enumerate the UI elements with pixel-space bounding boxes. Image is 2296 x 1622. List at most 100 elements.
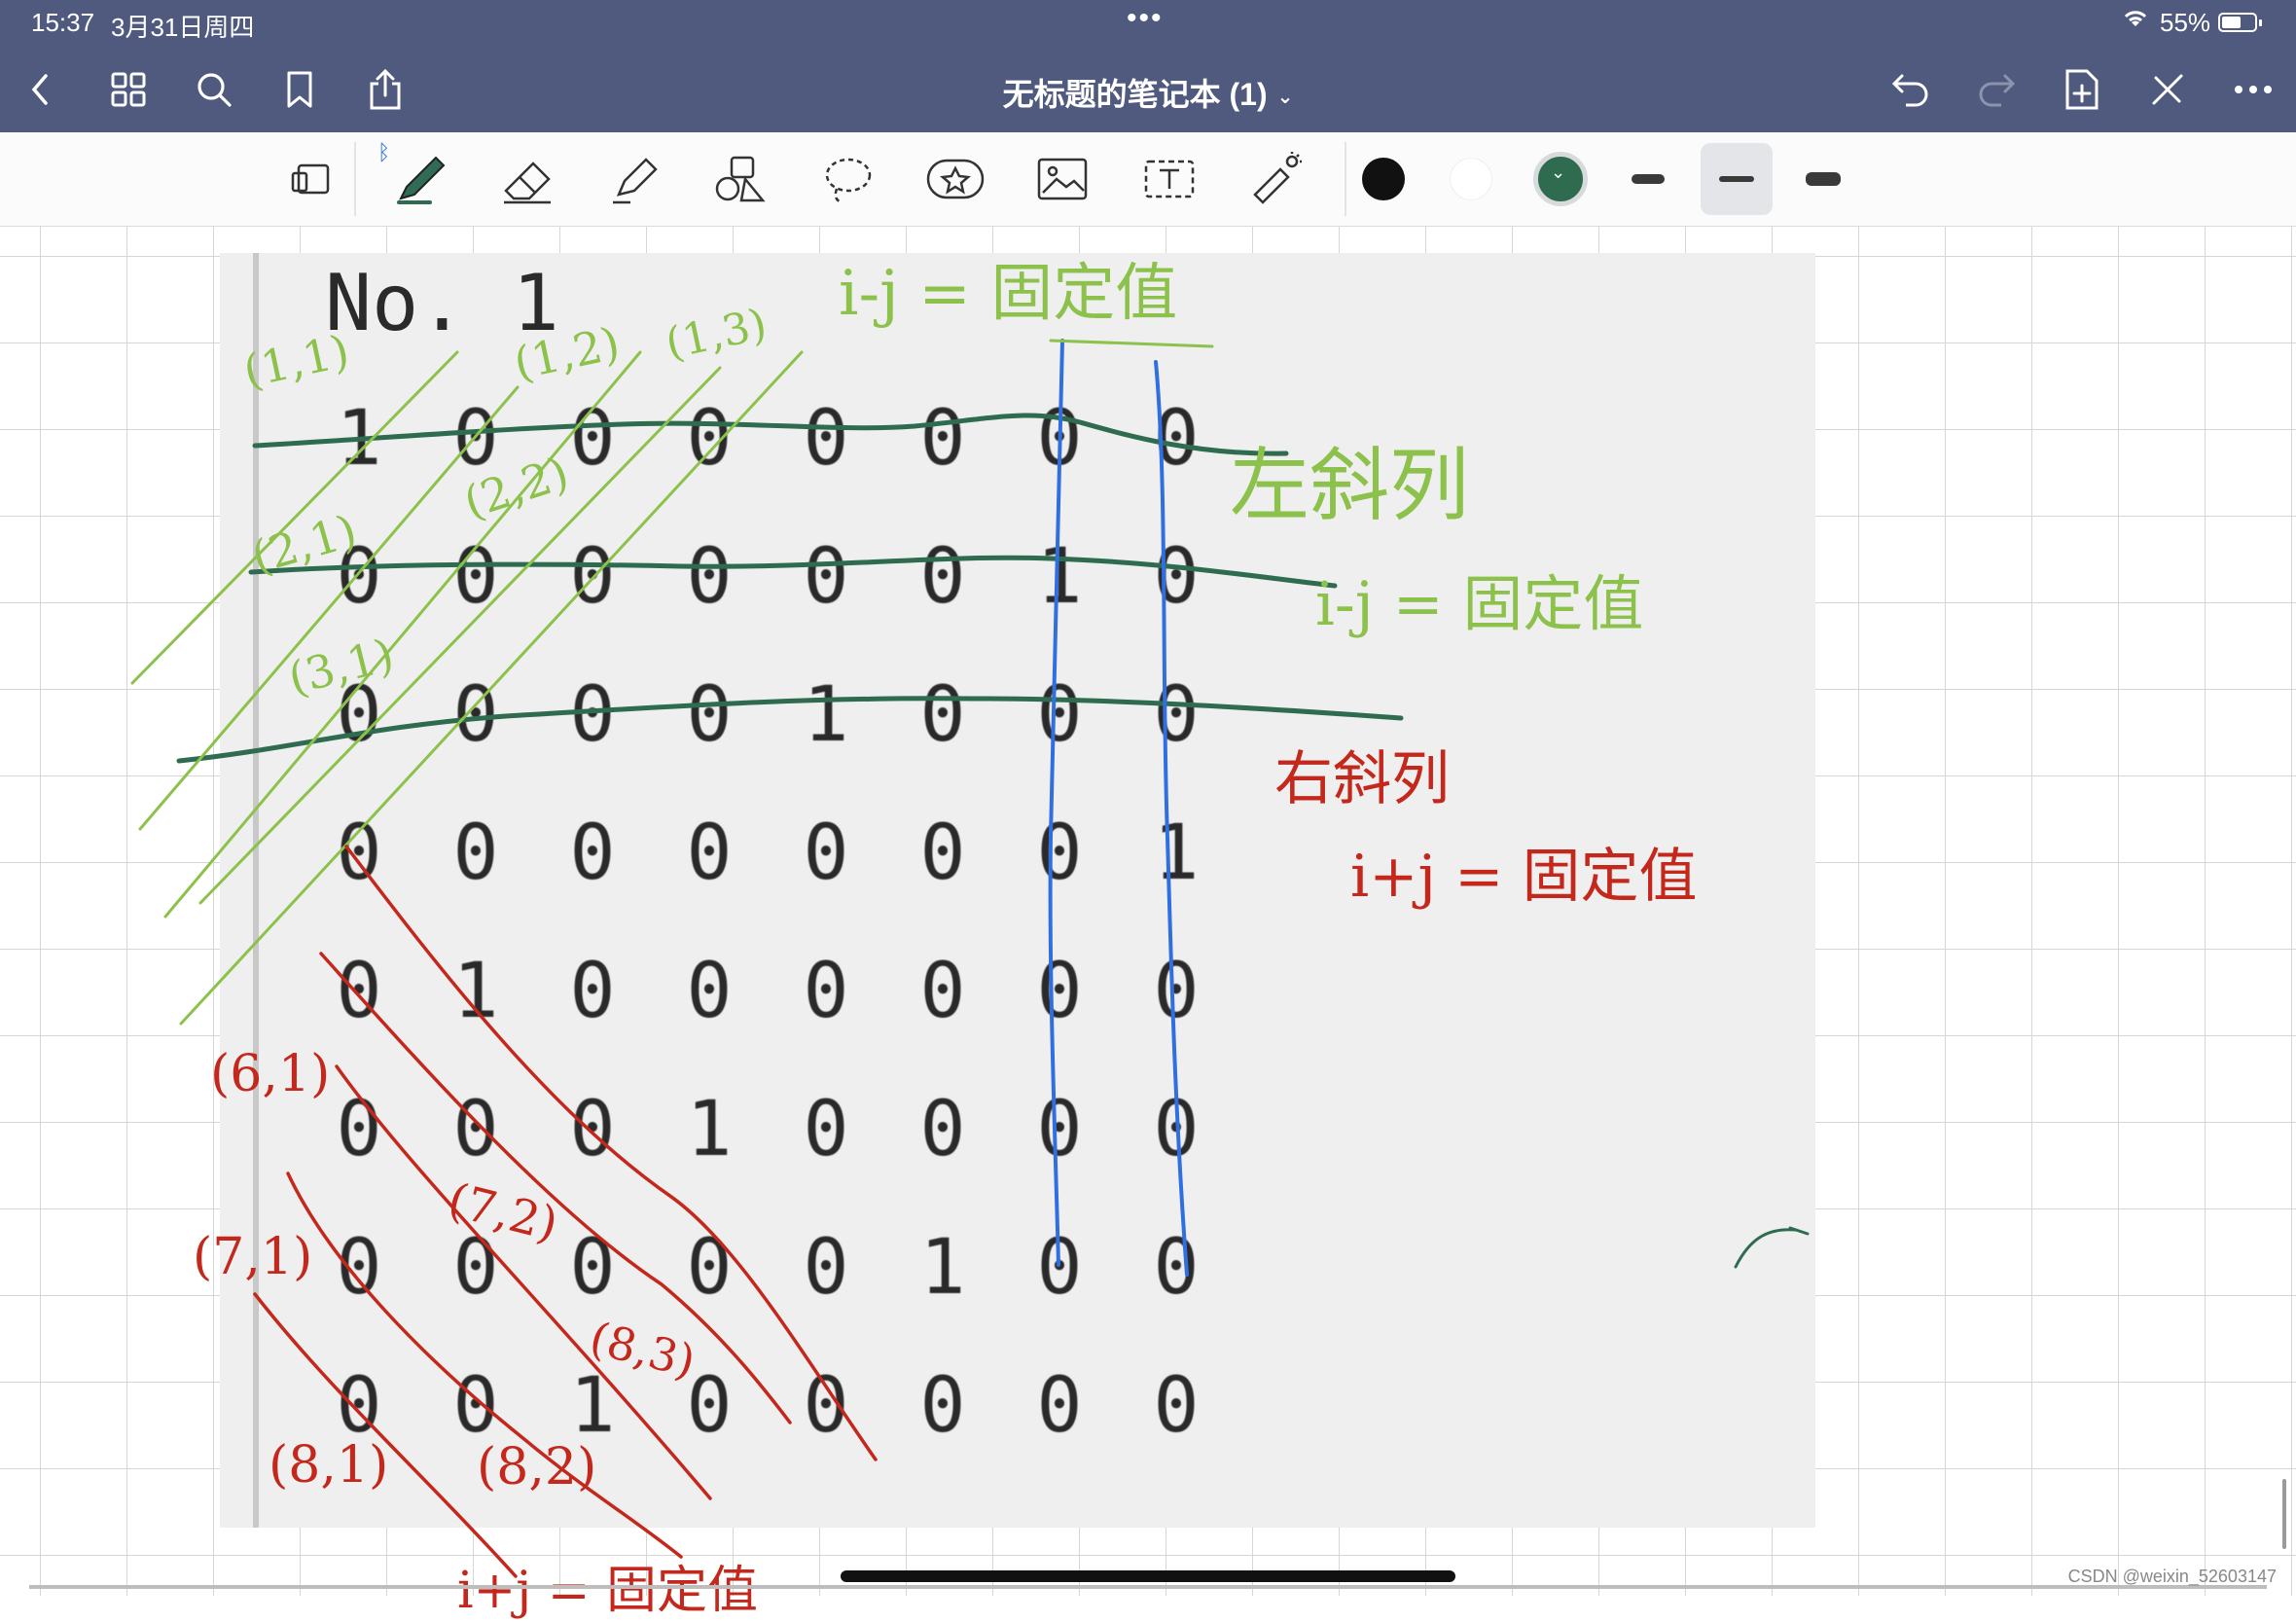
stroke-width-thin[interactable]	[1615, 146, 1681, 212]
matrix-cell: 0	[919, 810, 966, 897]
matrix-cell: 0	[1153, 1086, 1200, 1173]
matrix-cell: 1	[1153, 810, 1200, 897]
matrix-cell: 0	[336, 810, 382, 897]
matrix-cell: 0	[452, 671, 499, 759]
stroke-width-thick[interactable]	[1790, 146, 1856, 212]
matrix-cell: 0	[686, 948, 733, 1035]
matrix-cell: 0	[919, 395, 966, 483]
matrix-cell: 0	[919, 948, 966, 1035]
matrix-cell: 1	[803, 671, 849, 759]
matrix-cell: 0	[1153, 533, 1200, 621]
drawing-toolbar: ᛒ ⌄	[0, 132, 2296, 227]
stroke-width-medium[interactable]	[1701, 143, 1773, 215]
color-swatch-black[interactable]	[1362, 158, 1405, 200]
battery-icon	[2218, 13, 2262, 32]
add-page-icon[interactable]	[2055, 62, 2109, 117]
undo-icon[interactable]	[1883, 62, 1938, 117]
matrix-cell: 1	[1036, 533, 1083, 621]
matrix-cell: 0	[336, 1086, 382, 1173]
matrix-cell: 0	[686, 1224, 733, 1312]
note-top-title: i-j = 固定值	[839, 258, 1178, 330]
matrix-cell: 0	[1036, 1224, 1083, 1312]
matrix-cell: 0	[452, 533, 499, 621]
matrix-cell: 0	[803, 533, 849, 621]
matrix-cell: 0	[569, 671, 616, 759]
horizontal-scrollbar[interactable]	[29, 1585, 2267, 1589]
matrix-cell: 0	[569, 948, 616, 1035]
eraser-icon[interactable]	[494, 146, 560, 212]
matrix-cell: 0	[569, 395, 616, 483]
matrix-cell: 0	[1153, 948, 1200, 1035]
coord-6-1: (6,1)	[210, 1045, 331, 1103]
matrix-cell: 0	[1036, 810, 1083, 897]
matrix-cell: 0	[452, 810, 499, 897]
matrix-cell: 0	[1036, 948, 1083, 1035]
image-left-border	[253, 253, 259, 1528]
matrix-cell: 1	[569, 1362, 616, 1450]
matrix-cell: 0	[803, 1224, 849, 1312]
matrix-cell: 0	[452, 1362, 499, 1450]
pen-icon[interactable]	[387, 146, 453, 212]
note-right-diagonal-rule: i+j = 固定值	[1350, 843, 1698, 911]
matrix-cell: 0	[803, 810, 849, 897]
page-layout-icon[interactable]	[278, 146, 344, 212]
matrix-cell: 0	[919, 533, 966, 621]
matrix-cell: 0	[686, 395, 733, 483]
home-indicator[interactable]	[841, 1570, 1455, 1582]
matrix-cell: 0	[1153, 1362, 1200, 1450]
matrix-cell: 0	[919, 1086, 966, 1173]
close-x-icon[interactable]	[2140, 62, 2195, 117]
image-icon[interactable]	[1029, 146, 1095, 212]
matrix-cell: 0	[803, 395, 849, 483]
laser-pointer-icon[interactable]	[1243, 146, 1309, 212]
toolbar-divider	[354, 142, 356, 216]
matrix-cell: 0	[452, 1086, 499, 1173]
matrix-cell: 0	[336, 948, 382, 1035]
navigation-bar: 无标题的笔记本 (1) ⌄	[0, 47, 2296, 132]
chevron-down-icon: ⌄	[1551, 162, 1566, 182]
matrix-cell: 0	[569, 1224, 616, 1312]
matrix-cell: 0	[1036, 1362, 1083, 1450]
matrix-cell: 0	[803, 1362, 849, 1450]
coord-7-1: (7,1)	[193, 1228, 313, 1286]
matrix-cell: 0	[1153, 1224, 1200, 1312]
lasso-icon[interactable]	[815, 146, 881, 212]
notebook-title[interactable]: 无标题的笔记本 (1) ⌄	[0, 70, 2296, 115]
matrix-cell: 0	[1036, 395, 1083, 483]
matrix-cell: 0	[569, 810, 616, 897]
wifi-icon	[2121, 6, 2150, 36]
status-bar: 15:37 3月31日周四 ••• 55%	[0, 0, 2296, 47]
color-swatch-white[interactable]	[1450, 158, 1492, 200]
color-swatch-green-selected[interactable]: ⌄	[1533, 152, 1588, 206]
sticker-icon[interactable]	[922, 146, 988, 212]
matrix-cell: 0	[686, 533, 733, 621]
vertical-scrollbar[interactable]	[2282, 1479, 2286, 1549]
note-left-diagonal-rule: i-j = 固定值	[1315, 568, 1644, 639]
note-left-diagonal: 左斜列	[1230, 440, 1470, 532]
text-icon[interactable]	[1136, 146, 1202, 212]
coord-8-1: (8,1)	[269, 1436, 389, 1495]
matrix-cell: 0	[686, 671, 733, 759]
multitasking-dots[interactable]: •••	[1127, 2, 1164, 35]
matrix-cell: 0	[336, 1224, 382, 1312]
matrix-cell: 1	[919, 1224, 966, 1312]
note-right-diagonal: 右斜列	[1274, 745, 1450, 813]
status-time: 15:37	[31, 8, 95, 37]
matrix-cell: 0	[1153, 671, 1200, 759]
battery-percent: 55%	[2160, 8, 2211, 37]
notebook-title-text: 无标题的笔记本 (1)	[1002, 77, 1268, 112]
redo-icon[interactable]	[1969, 62, 2024, 117]
matrix-cell: 0	[803, 1086, 849, 1173]
shapes-icon[interactable]	[708, 146, 774, 212]
matrix-cell: 0	[803, 948, 849, 1035]
matrix-cell: 0	[1153, 395, 1200, 483]
matrix-cell: 0	[569, 1086, 616, 1173]
matrix-cell: 1	[336, 395, 382, 483]
toolbar-divider	[1345, 142, 1346, 216]
more-icon[interactable]	[2226, 62, 2280, 117]
coord-8-2: (8,2)	[477, 1438, 597, 1496]
matrix-cell: 1	[452, 948, 499, 1035]
matrix-cell: 0	[919, 1362, 966, 1450]
highlighter-icon[interactable]	[601, 146, 667, 212]
matrix-cell: 0	[569, 533, 616, 621]
